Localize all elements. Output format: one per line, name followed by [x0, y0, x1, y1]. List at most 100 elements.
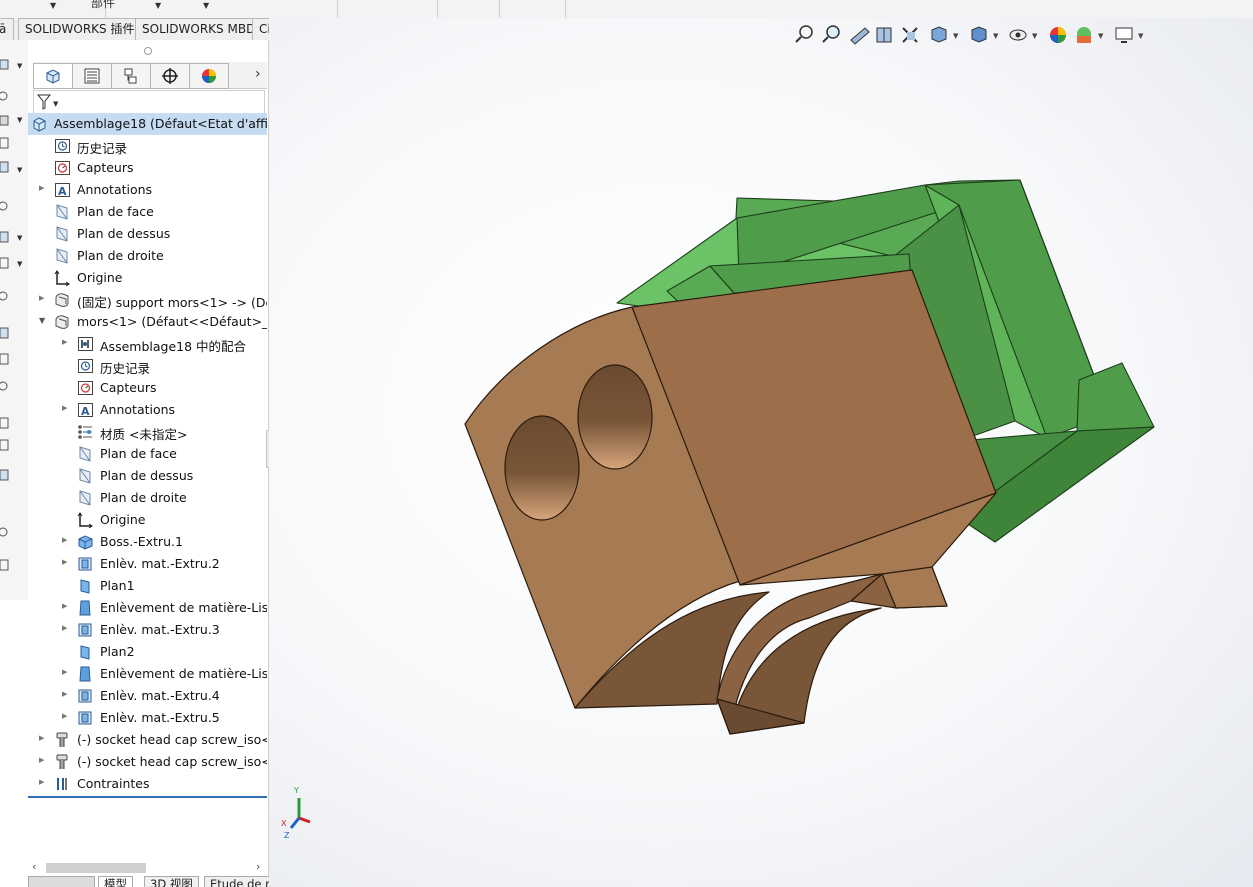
command-icons[interactable]: ▼ ▼ ▼ ▼ ▼	[0, 40, 28, 600]
tree-item[interactable]: Plan2	[28, 641, 267, 663]
tree-item[interactable]: ▶ Assemblage18 中的配合	[28, 333, 267, 355]
tree-item[interactable]: ▶ (-) socket head cap screw_iso<4> (ISO 4…	[28, 729, 267, 751]
svg-text:▼: ▼	[1098, 32, 1104, 40]
tab-property-manager[interactable]	[72, 63, 112, 89]
tree-item[interactable]: ▶ Enlèv. mat.-Extru.3	[28, 619, 267, 641]
tree-item[interactable]: 材质 <未指定>	[28, 421, 267, 443]
scrollbar-thumb[interactable]	[46, 863, 146, 873]
tree-item[interactable]: 历史记录	[28, 135, 267, 157]
tab-configuration-manager[interactable]	[111, 63, 151, 89]
toolbar-segment[interactable]	[437, 0, 500, 18]
tab-display-manager[interactable]	[189, 63, 229, 89]
tree-item[interactable]: ▼ mors<1> (Défaut<<Défaut>_Etat d'afficha…	[28, 311, 267, 333]
chevron-right-icon[interactable]: ▶	[39, 778, 47, 786]
tree-item[interactable]: Plan de face	[28, 201, 267, 223]
chevron-right-icon[interactable]: ▶	[62, 338, 70, 346]
tree-item-label: Plan de dessus	[77, 226, 171, 241]
scroll-right-icon[interactable]: ›	[256, 860, 260, 873]
chevron-right-icon[interactable]: ▶	[39, 756, 47, 764]
filter-icon[interactable]: ▼	[36, 92, 62, 112]
dynamic-annotation-icon[interactable]	[902, 27, 918, 43]
tree-item[interactable]: Plan de droite	[28, 487, 267, 509]
tree-item[interactable]: Plan de droite	[28, 245, 267, 267]
tab-solidworks-addins[interactable]: SOLIDWORKS 插件	[18, 18, 142, 40]
chevron-right-icon[interactable]: ▶	[39, 734, 47, 742]
model-viewport[interactable]: ▼ ▼ ▼ ▼ ▼ Y X Z	[269, 18, 1253, 887]
tree-item[interactable]: ▶ (固定) support mors<1> -> (Défaut<<Défaut…	[28, 289, 267, 311]
chevron-right-icon[interactable]: ▶	[62, 668, 70, 676]
origin-icon	[77, 512, 94, 529]
tree-item[interactable]: Capteurs	[28, 157, 267, 179]
toolbar-segment[interactable]	[337, 0, 438, 18]
tree-item[interactable]: ▶ Enlèv. mat.-Extru.5	[28, 707, 267, 729]
tree-item[interactable]: ▶ A Annotations	[28, 399, 267, 421]
screw-hole[interactable]	[504, 415, 580, 521]
panel-grip[interactable]	[144, 47, 152, 55]
chevron-right-icon[interactable]: ▶	[62, 602, 70, 610]
mors-part[interactable]	[464, 269, 997, 735]
tree-item-label: 材质 <未指定>	[100, 427, 188, 442]
apply-scene-icon[interactable]: ▼	[1077, 27, 1104, 43]
tab-solidworks-mbd[interactable]: SOLIDWORKS MBD	[135, 18, 263, 40]
plane-icon	[54, 226, 71, 242]
chevron-right-icon[interactable]: ▶	[62, 624, 70, 632]
tree-item[interactable]: Plan de dessus	[28, 223, 267, 245]
tree-item[interactable]: Assemblage18 (Défaut<Etat d'affichage-1>…	[28, 113, 267, 135]
tree-item[interactable]: Capteurs	[28, 377, 267, 399]
zoom-to-fit-icon[interactable]	[795, 25, 813, 43]
tree-filter[interactable]: ▼	[33, 90, 265, 114]
cut-extrude-icon	[77, 622, 94, 638]
tree-item[interactable]: ▶ (-) socket head cap screw_iso<5> (ISO 4…	[28, 751, 267, 773]
tree-item[interactable]: Origine	[28, 509, 267, 531]
tree-item-label: Plan de droite	[77, 248, 164, 263]
tree-item[interactable]: ▶ Enlèv. mat.-Extru.2	[28, 553, 267, 575]
view-orientation-icon[interactable]: ▼	[931, 26, 959, 43]
tree-item[interactable]: ▶ Enlèvement de matière-Lissage2	[28, 663, 267, 685]
tree-item[interactable]: ▶ Enlèvement de matière-Lissage1	[28, 597, 267, 619]
tree-item[interactable]: ▶ Enlèv. mat.-Extru.4	[28, 685, 267, 707]
chevron-right-icon[interactable]: ▶	[39, 294, 47, 302]
tree-item[interactable]: Plan de face	[28, 443, 267, 465]
tree-item[interactable]: 历史记录	[28, 355, 267, 377]
screw-hole[interactable]	[577, 364, 653, 470]
mates-folder-icon	[54, 776, 71, 792]
display-style-icon[interactable]: ▼	[971, 26, 999, 43]
tree-item[interactable]: Plan de dessus	[28, 465, 267, 487]
chevron-right-icon[interactable]: ▶	[62, 558, 70, 566]
tree-item-label: Origine	[100, 512, 146, 527]
chevron-right-icon[interactable]: ▶	[62, 712, 70, 720]
chevron-down-icon[interactable]: ▼	[39, 316, 47, 325]
chevron-right-icon[interactable]: ▶	[39, 184, 47, 192]
tree-item[interactable]: ▶ A Annotations	[28, 179, 267, 201]
tab-dimxpert-manager[interactable]	[150, 63, 190, 89]
zoom-area-icon[interactable]	[822, 25, 840, 43]
tab-nav-arrows[interactable]	[28, 876, 95, 887]
chevron-right-icon[interactable]: ▶	[62, 690, 70, 698]
tab-3d-views[interactable]: 3D 视图	[144, 876, 199, 887]
toolbar-segment[interactable]: 部件 ▼ ▼	[91, 0, 338, 18]
tree-item[interactable]: Origine	[28, 267, 267, 289]
chevron-right-icon[interactable]: ▶	[62, 404, 70, 412]
previous-view-icon[interactable]	[850, 27, 870, 45]
chevron-down-icon[interactable]: ▼	[155, 1, 161, 10]
tree-item[interactable]: ▶ Boss.-Extru.1	[28, 531, 267, 553]
chevron-down-icon[interactable]: ▼	[50, 1, 56, 10]
graphics-area[interactable]: ▼ ▼ ▼ ▼ ▼ Y X Z	[269, 18, 1253, 887]
section-view-icon[interactable]	[876, 27, 892, 43]
tree-item[interactable]: ▶ Contraintes	[28, 773, 267, 795]
chevron-right-icon[interactable]: ▶	[62, 536, 70, 544]
tab-hidden[interactable]: ā	[0, 18, 14, 40]
tab-feature-manager[interactable]	[33, 63, 73, 89]
tab-model[interactable]: 模型	[98, 876, 133, 887]
hide-show-icon[interactable]: ▼	[1009, 29, 1038, 41]
edit-appearance-icon[interactable]	[1050, 27, 1066, 43]
tree-item[interactable]: Plan1	[28, 575, 267, 597]
view-toolbar[interactable]: ▼ ▼ ▼ ▼ ▼	[795, 25, 1144, 45]
chevron-down-icon[interactable]: ▼	[203, 1, 209, 10]
chevron-right-icon[interactable]: ›	[255, 66, 261, 82]
scroll-left-icon[interactable]: ‹	[32, 860, 36, 873]
cut-extrude-icon	[77, 710, 94, 726]
view-settings-icon[interactable]: ▼	[1115, 27, 1144, 43]
horizontal-scrollbar[interactable]: ‹ ›	[28, 860, 267, 876]
toolbar-segment[interactable]	[499, 0, 566, 18]
